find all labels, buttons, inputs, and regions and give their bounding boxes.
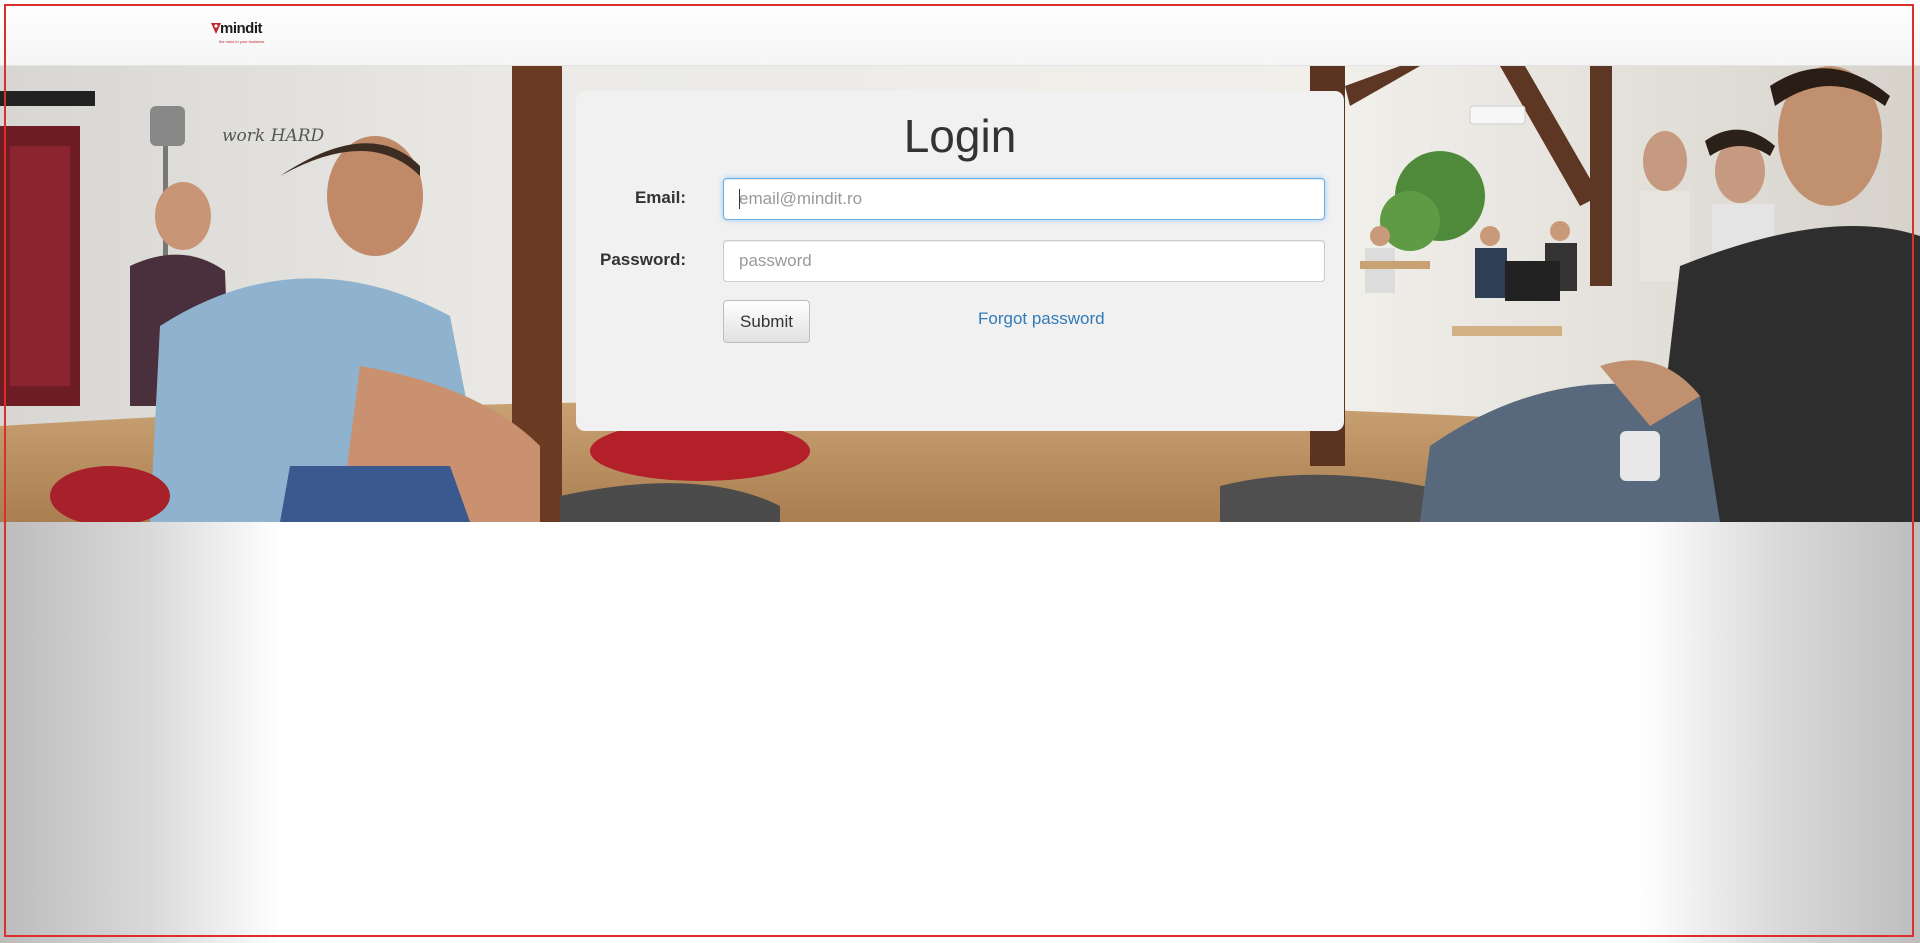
login-title: Login <box>903 110 1017 162</box>
submit-button[interactable]: Submit <box>723 300 810 343</box>
forgot-password-link[interactable]: Forgot password <box>978 309 1105 329</box>
password-input[interactable] <box>723 240 1325 282</box>
email-label: Email: <box>634 188 686 207</box>
top-navbar: mindit the mind in your business <box>0 0 1920 66</box>
login-panel: Login Email: Password: Submit Forgot pas… <box>576 91 1344 431</box>
text-cursor <box>739 189 740 209</box>
wall-text: work HARD <box>222 126 325 146</box>
password-label: Password: <box>600 250 686 269</box>
logo-text: mindit <box>220 20 263 37</box>
mindit-logo[interactable]: mindit the mind in your business <box>211 20 265 45</box>
logo-tagline: the mind in your business <box>219 39 265 44</box>
email-input[interactable] <box>723 178 1325 220</box>
